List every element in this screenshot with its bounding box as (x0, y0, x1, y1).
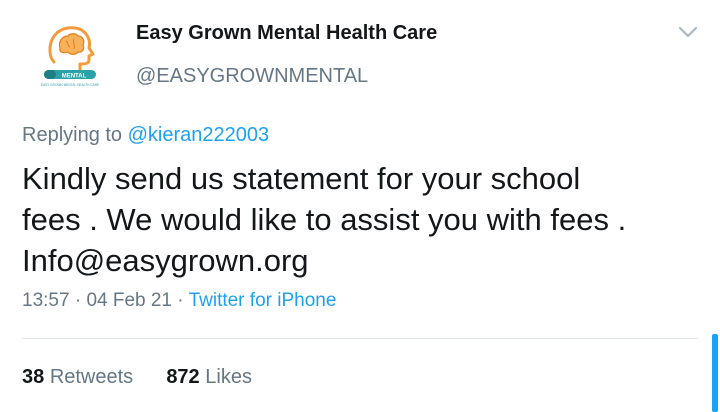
tweet-menu-button[interactable] (676, 20, 700, 44)
likes-label: Likes (205, 366, 252, 388)
tweet-text-line: Info@easygrown.org (22, 243, 309, 278)
tweet-card: MENTAL EASY GROWN MENTAL HEALTH CARE Eas… (0, 0, 720, 412)
divider (22, 338, 698, 339)
avatar[interactable]: MENTAL EASY GROWN MENTAL HEALTH CARE (40, 16, 102, 96)
tweet-text-line: fees . We would like to assist you with … (22, 202, 627, 237)
logo-subtext: EASY GROWN MENTAL HEALTH CARE (41, 83, 99, 87)
likes-stat[interactable]: 872 Likes (161, 366, 252, 388)
tweet-text: Kindly send us statement for your school… (22, 158, 702, 281)
author-name[interactable]: Easy Grown Mental Health Care (136, 22, 437, 45)
scrollbar[interactable] (712, 334, 718, 412)
replying-to-label: Replying to (22, 124, 123, 146)
tweet-date[interactable]: 04 Feb 21 (86, 290, 172, 311)
tweet-text-line: Kindly send us statement for your school (22, 161, 581, 196)
tweet-source-link[interactable]: Twitter for iPhone (189, 290, 337, 311)
meta-separator: · (69, 290, 87, 311)
retweets-label: Retweets (49, 366, 134, 388)
retweets-stat[interactable]: 38 Retweets (22, 366, 139, 388)
likes-count: 872 (166, 366, 200, 388)
replying-to: Replying to @kieran222003 (22, 124, 269, 147)
meta-separator: · (172, 290, 189, 311)
brain-head-logo-icon: MENTAL EASY GROWN MENTAL HEALTH CARE (41, 26, 99, 87)
tweet-stats: 38 Retweets 872 Likes (22, 366, 252, 389)
retweets-count: 38 (22, 366, 45, 388)
reply-mention-link[interactable]: @kieran222003 (128, 124, 270, 146)
author-handle[interactable]: @EASYGROWNMENTAL (136, 65, 368, 88)
logo-badge-text: MENTAL (62, 73, 87, 79)
chevron-down-icon (678, 26, 698, 38)
tweet-meta: 13:57 · 04 Feb 21 · Twitter for iPhone (22, 290, 336, 312)
tweet-time[interactable]: 13:57 (22, 290, 70, 311)
